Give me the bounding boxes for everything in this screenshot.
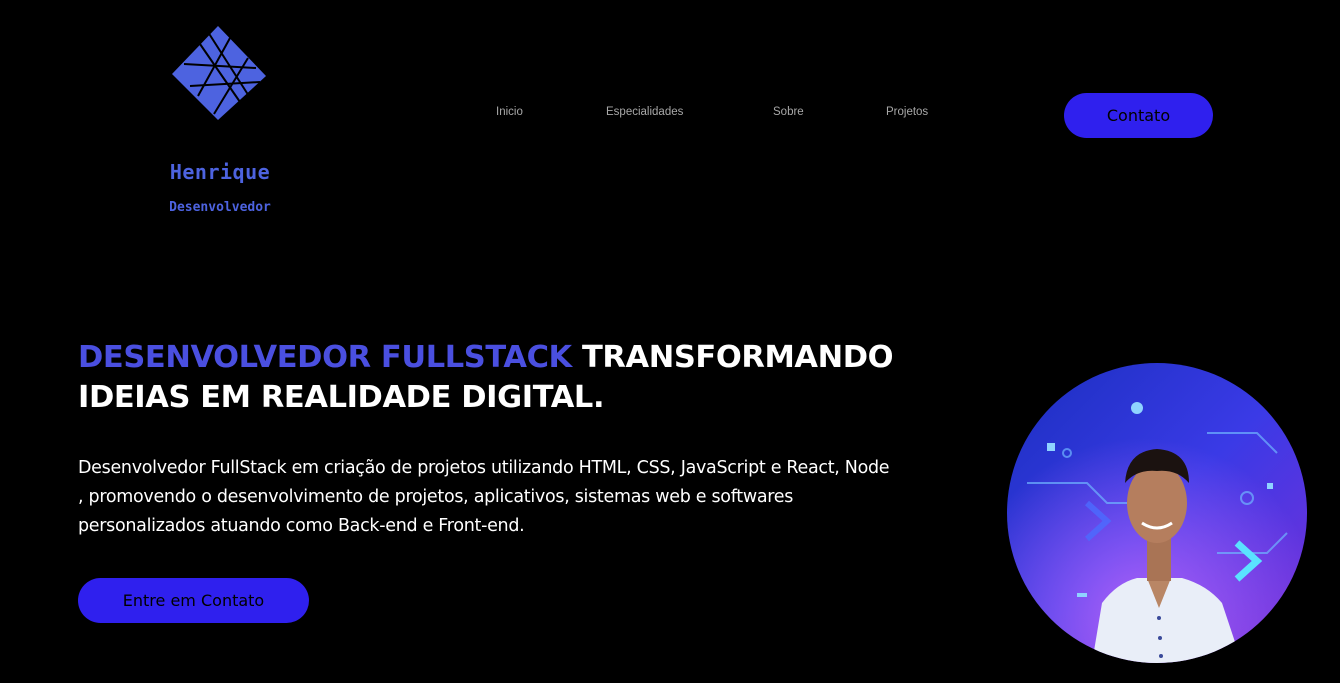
nav-item-inicio[interactable]: Inicio [496,106,523,118]
nav-item-projetos[interactable]: Projetos [886,106,928,118]
profile-photo-icon [1007,363,1307,663]
avatar [1007,363,1307,663]
hero-description: Desenvolvedor FullStack em criação de pr… [78,458,890,536]
nav-item-especialidades[interactable]: Especialidades [606,106,683,118]
logo-role: Desenvolvedor [169,200,271,215]
contact-cta-button[interactable]: Entre em Contato [78,578,309,623]
nav-item-sobre[interactable]: Sobre [773,106,804,118]
page: Henrique Desenvolvedor Inicio Especialid… [0,0,1340,683]
contact-button[interactable]: Contato [1064,93,1213,138]
hero-title-accent: DESENVOLVEDOR FULLSTACK [78,340,572,375]
hero-title: DESENVOLVEDOR FULLSTACK TRANSFORMANDO ID… [78,338,958,418]
logo-name: Henrique [169,160,271,184]
